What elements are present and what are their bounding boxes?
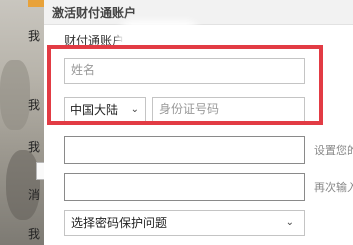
background-blur [6, 150, 40, 220]
background-tab-fragment [28, 0, 44, 7]
password-confirm-input[interactable] [64, 173, 305, 201]
account-label: 财付通账户 [64, 34, 125, 48]
password-input[interactable] [64, 136, 305, 164]
region-select[interactable]: 中国大陆 ⌄ [64, 97, 146, 123]
activate-account-dialog: 激活财付通账户 财付通账户 姓名 中国大陆 ⌄ 身份证号码 设置您的 再次输入 … [44, 0, 353, 245]
password-confirm-hint: 再次输入 [314, 181, 353, 194]
background-text: 消 [28, 188, 41, 202]
security-question-select[interactable]: 选择密码保护问题 ⌄ [64, 210, 305, 236]
chevron-down-icon: ⌄ [285, 217, 294, 228]
name-input[interactable]: 姓名 [64, 58, 305, 84]
background-text: 我 [28, 98, 41, 112]
background-text: 我 [28, 227, 41, 241]
id-number-input[interactable]: 身份证号码 [152, 97, 305, 123]
background-text: 我 [28, 29, 41, 43]
dialog-title: 激活财付通账户 [52, 6, 137, 20]
account-value-mask [124, 27, 194, 49]
background-blur [0, 60, 30, 130]
chevron-down-icon: ⌄ [130, 104, 139, 115]
region-value: 中国大陆 [70, 103, 119, 117]
security-question-value: 选择密码保护问题 [71, 216, 168, 230]
background-text: 我 [28, 140, 41, 154]
password-hint: 设置您的 [314, 144, 353, 157]
dialog-title-bar: 激活财付通账户 [44, 0, 353, 25]
id-number-placeholder: 身份证号码 [159, 102, 220, 116]
name-placeholder: 姓名 [71, 63, 96, 77]
